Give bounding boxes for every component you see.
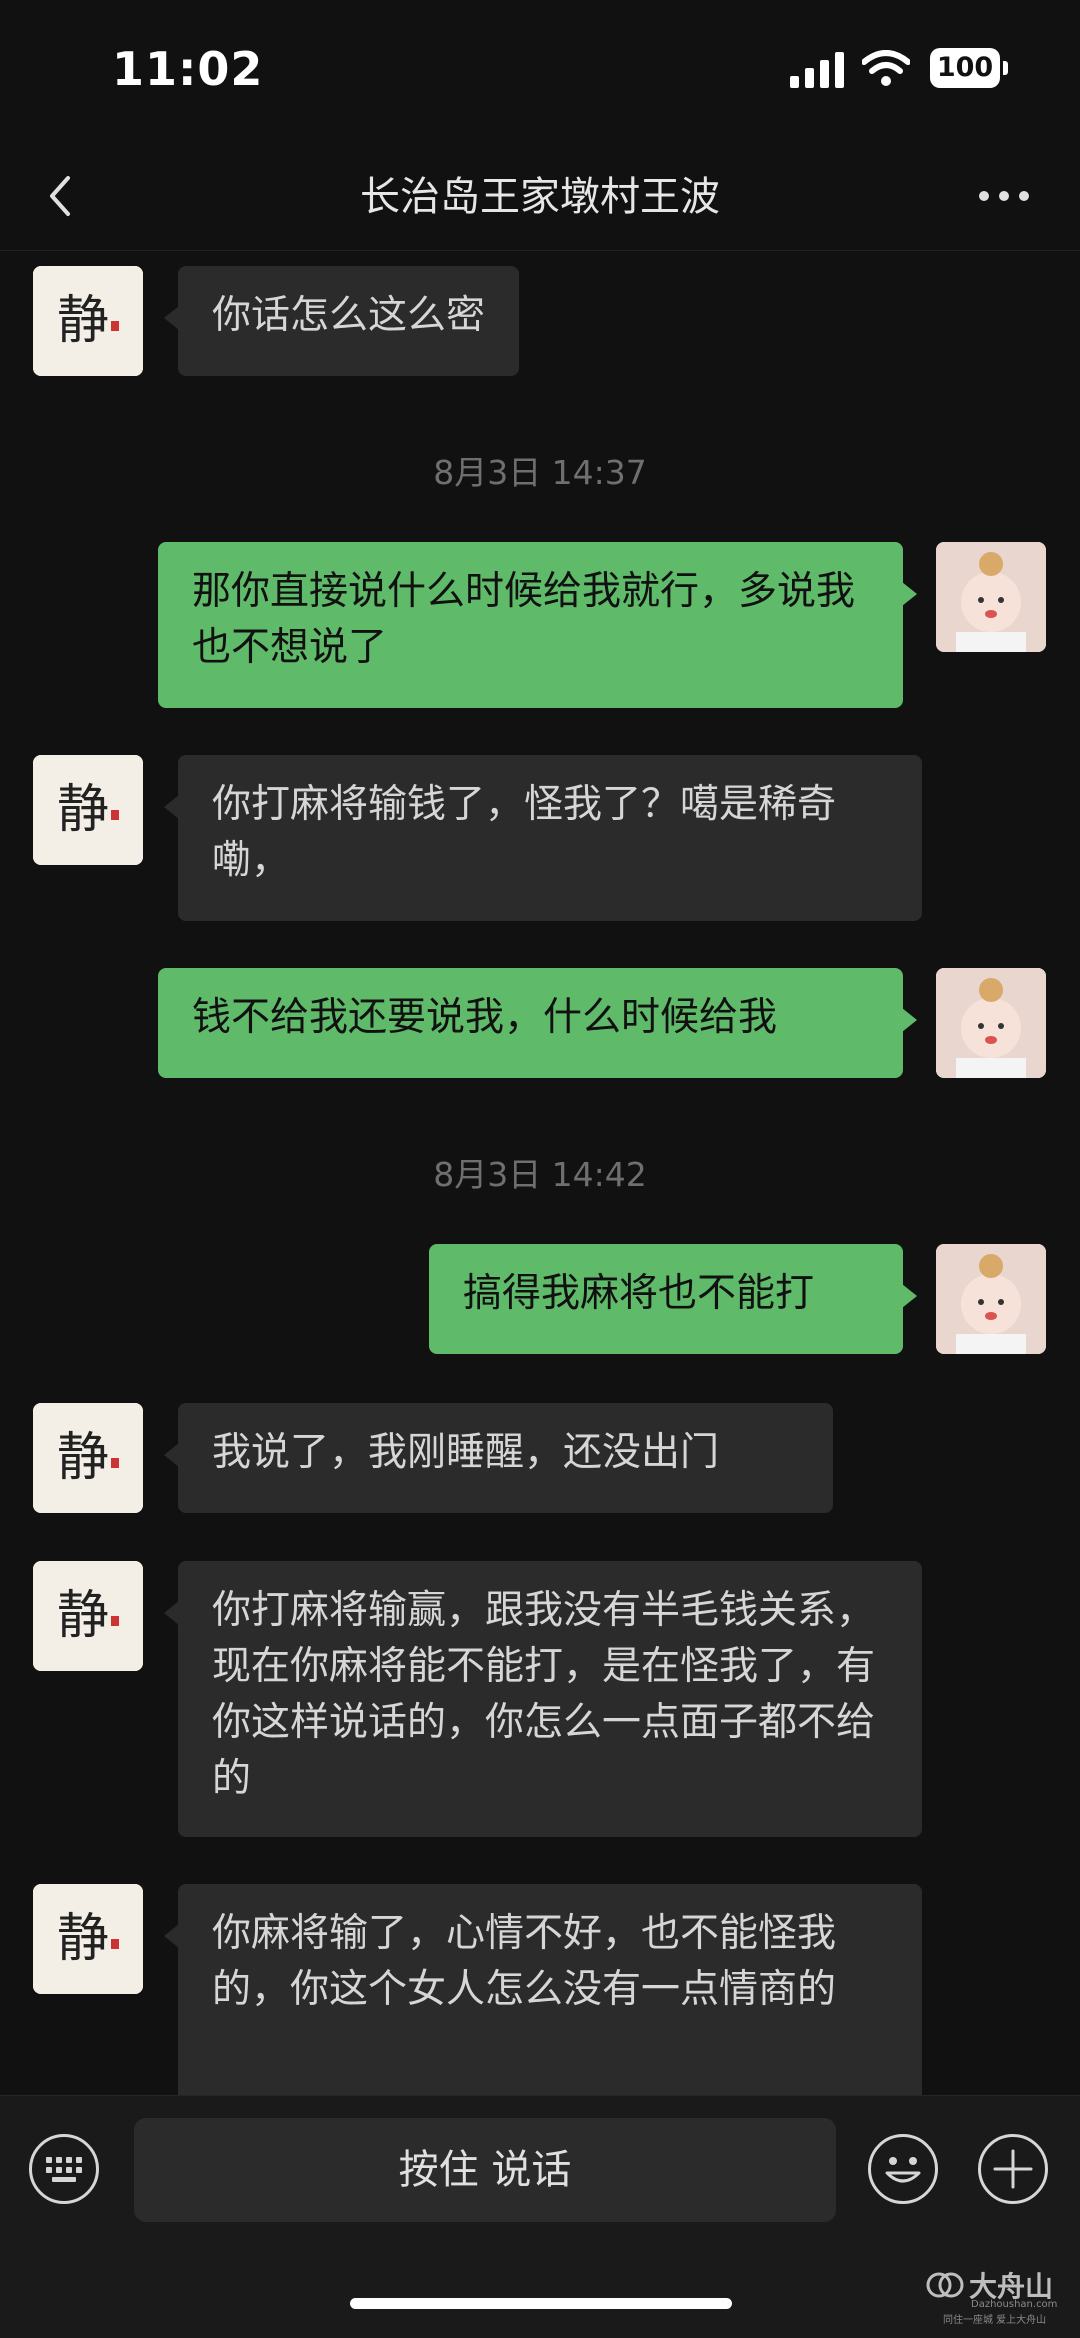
battery-tip [1003,61,1008,75]
back-icon[interactable] [40,168,80,224]
contact-avatar[interactable]: 静 [33,755,143,865]
contact-avatar[interactable]: 静 [33,1561,143,1671]
watermark: 大舟山 同住一座城 爱上大舟山 Dazhoushan.com [925,2265,1075,2326]
wifi-icon [862,50,910,86]
message-bubble-outgoing[interactable]: 搞得我麻将也不能打 [429,1244,903,1354]
user-avatar[interactable] [936,968,1046,1078]
watermark-url: Dazhoushan.com [971,2299,1058,2310]
svg-text:静: 静 [57,1586,109,1646]
message-bubble-incoming[interactable]: 我说了，我刚睡醒，还没出门 [178,1403,833,1513]
timestamp: 8月3日 14:37 [433,453,647,492]
contact-avatar[interactable]: 静 [33,266,143,376]
watermark-logo-icon [926,2272,964,2298]
emoji-icon[interactable] [868,2134,938,2204]
timestamp: 8月3日 14:42 [433,1155,647,1194]
status-bar: 11:02 100 [0,0,1080,140]
status-time: 11:02 [112,42,264,96]
contact-avatar[interactable]: 静 [33,1884,143,1994]
more-icon[interactable] [974,178,1034,214]
message-bubble-outgoing[interactable]: 那你直接说什么时候给我就行，多说我也不想说了 [158,542,903,708]
battery-icon: 100 [930,48,1000,88]
message-bubble-incoming[interactable]: 你打麻将输钱了，怪我了？噶是稀奇嘞， [178,755,922,921]
svg-text:静: 静 [57,1909,109,1969]
user-avatar[interactable] [936,1244,1046,1354]
contact-avatar[interactable]: 静 [33,1403,143,1513]
watermark-slogan: 同住一座城 爱上大舟山 [943,2315,1047,2326]
chat-title: 长治岛王家墩村王波 [360,174,720,220]
message-bubble-incoming[interactable]: 你话怎么这么密 [178,266,520,376]
chat-area[interactable]: 静 你话怎么这么密 8月3日 14:37 那你直接说什么时候给我就行，多说我也不… [0,251,1080,2095]
svg-text:静: 静 [57,291,109,351]
svg-text:静: 静 [57,780,109,840]
nav-bar: 长治岛王家墩村王波 [0,140,1080,251]
plus-icon[interactable] [978,2134,1048,2204]
message-bubble-outgoing[interactable]: 钱不给我还要说我，什么时候给我 [158,968,903,1078]
message-bubble-incoming[interactable]: 你打麻将输赢，跟我没有半毛钱关系，现在你麻将能不能打，是在怪我了，有你这样说话的… [178,1561,922,1837]
user-avatar[interactable] [936,542,1046,652]
signal-icon [790,52,846,88]
keyboard-icon[interactable] [29,2134,99,2204]
svg-text:静: 静 [57,1428,109,1488]
hold-to-talk-button[interactable]: 按住 说话 [134,2118,836,2222]
home-indicator [350,2298,732,2309]
message-bubble-incoming[interactable]: 你麻将输了，心情不好，也不能怪我的，你这个女人怎么没有一点情商的 [178,1884,922,2095]
